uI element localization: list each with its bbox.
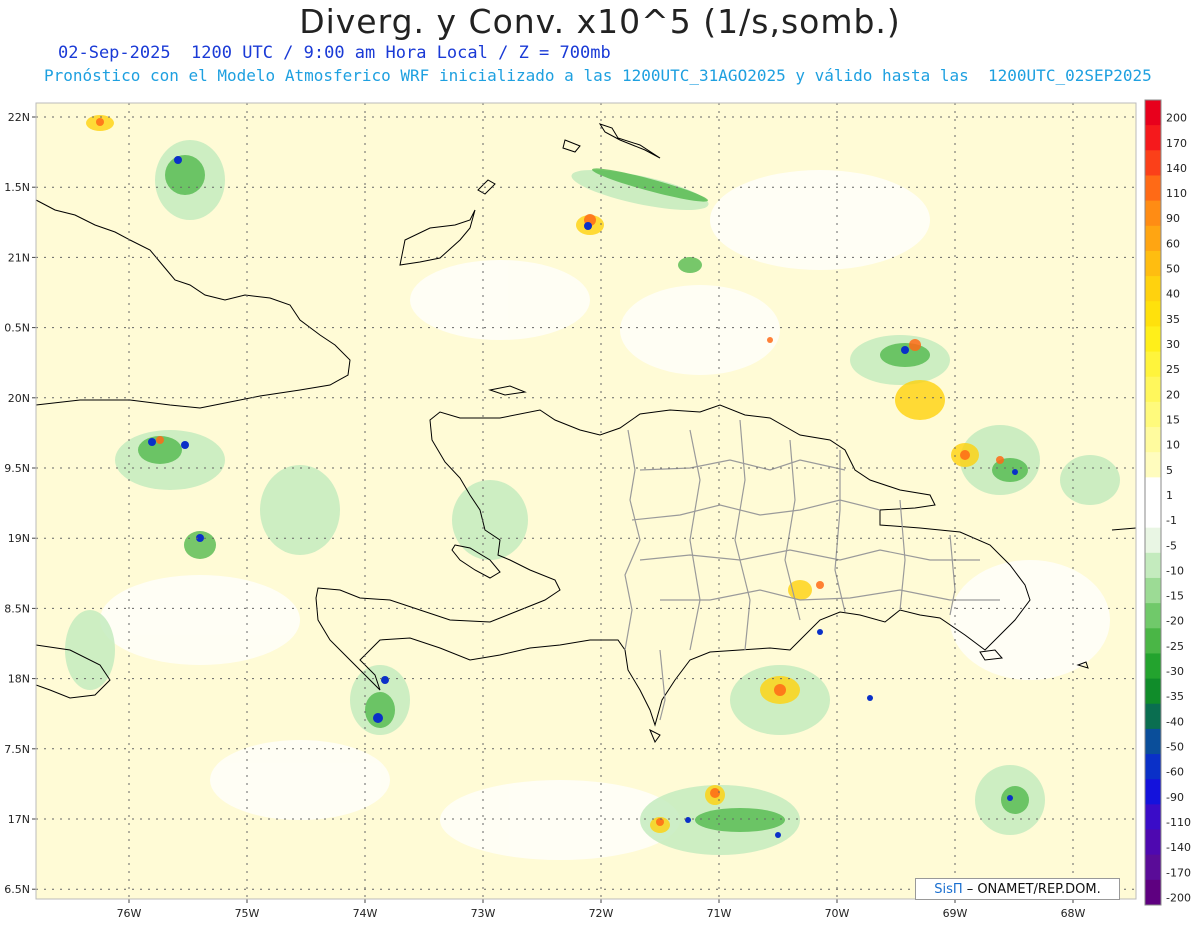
colorbar-label: -1	[1166, 514, 1177, 527]
colorbar-swatch	[1145, 125, 1161, 151]
colorbar-label: -15	[1166, 590, 1184, 603]
lon-label: 76W	[117, 907, 142, 920]
longitude-labels: 76W 75W 74W 73W 72W 71W 70W 69W 68W	[117, 907, 1086, 920]
colorbar-label: 25	[1166, 363, 1180, 376]
colorbar-label: 1	[1166, 489, 1173, 502]
credit-badge: SisΠ – ONAMET/REP.DOM.	[915, 878, 1120, 900]
lon-label: 69W	[943, 907, 968, 920]
colorbar-label: -60	[1166, 766, 1184, 779]
latitude-labels: 22N 1.5N 21N 0.5N 20N 9.5N 19N 8.5N 18N 7.5N 17N 6.…	[4, 111, 30, 896]
lat-label: 8.5N	[4, 602, 30, 615]
lat-label: 22N	[8, 111, 30, 124]
colorbar-label: -25	[1166, 640, 1184, 653]
colorbar-swatch	[1145, 225, 1161, 252]
lon-label: 68W	[1061, 907, 1086, 920]
lon-label: 70W	[825, 907, 850, 920]
colorbar-swatch	[1145, 477, 1161, 503]
colorbar-label: -5	[1166, 539, 1177, 552]
colorbar-swatch	[1145, 175, 1161, 202]
colorbar-label: -200	[1166, 891, 1191, 904]
colorbar-swatch	[1145, 301, 1161, 327]
colorbar-swatch	[1145, 577, 1161, 604]
colorbar-swatch	[1145, 427, 1161, 453]
lat-label: 21N	[8, 251, 30, 264]
colorbar-label: -20	[1166, 615, 1184, 628]
lon-label: 75W	[235, 907, 260, 920]
lat-label: 17N	[8, 813, 30, 826]
colorbar-swatch	[1145, 703, 1161, 730]
colorbar-label: -110	[1166, 816, 1191, 829]
colorbar-swatch	[1145, 628, 1161, 654]
lon-label: 72W	[589, 907, 614, 920]
lon-label: 74W	[353, 907, 378, 920]
colorbar-label: 10	[1166, 439, 1180, 452]
colorbar-label: -30	[1166, 665, 1184, 678]
colorbar-label: 200	[1166, 112, 1187, 125]
colorbar-swatch	[1145, 754, 1161, 780]
colorbar-swatch	[1145, 779, 1161, 805]
lon-label: 71W	[707, 907, 732, 920]
colorbar-swatch	[1145, 200, 1161, 227]
colorbar-label: 110	[1166, 187, 1187, 200]
lat-label: 7.5N	[4, 743, 30, 756]
colorbar-label: 35	[1166, 313, 1180, 326]
lat-label: 19N	[8, 532, 30, 545]
colorbar-label: -40	[1166, 715, 1184, 728]
colorbar-swatch	[1145, 250, 1161, 277]
colorbar-label: 40	[1166, 288, 1180, 301]
colorbar: 200 170 140 110 90 60 50 40 35 30 25 20 15 10 5 1 -1 -5 -1…	[1144, 99, 1191, 906]
colorbar-swatch	[1145, 376, 1161, 403]
colorbar-swatch	[1145, 804, 1161, 831]
colorbar-swatch	[1145, 326, 1161, 353]
colorbar-swatch	[1145, 728, 1161, 755]
colorbar-swatch	[1145, 401, 1161, 428]
colorbar-label: -10	[1166, 564, 1184, 577]
lat-label: 20N	[8, 392, 30, 405]
colorbar-swatch	[1145, 552, 1161, 579]
colorbar-label: -90	[1166, 791, 1184, 804]
sispi-logo: SisΠ	[934, 881, 963, 897]
colorbar-swatch	[1145, 879, 1161, 906]
colorbar-label: 140	[1166, 162, 1187, 175]
colorbar-swatch	[1145, 854, 1161, 881]
lon-label: 73W	[471, 907, 496, 920]
lat-label: 6.5N	[4, 883, 30, 896]
colorbar-swatch	[1145, 603, 1161, 629]
lat-label: 0.5N	[4, 322, 30, 335]
colorbar-swatch	[1145, 276, 1161, 302]
colorbar-label: -170	[1166, 866, 1191, 879]
colorbar-label: -35	[1166, 690, 1184, 703]
colorbar-swatch	[1145, 150, 1161, 176]
colorbar-swatch	[1145, 653, 1161, 680]
colorbar-swatch	[1145, 100, 1161, 126]
colorbar-label: 170	[1166, 137, 1187, 150]
lat-label: 18N	[8, 673, 30, 686]
colorbar-label: 5	[1166, 464, 1173, 477]
colorbar-swatch	[1145, 829, 1161, 856]
map-figure: 22N 1.5N 21N 0.5N 20N 9.5N 19N 8.5N 18N 7.5N 17N 6.…	[4, 99, 1191, 920]
colorbar-label: 15	[1166, 413, 1180, 426]
colorbar-swatch	[1145, 502, 1161, 529]
colorbar-swatch	[1145, 678, 1161, 705]
colorbar-label: -140	[1166, 841, 1191, 854]
colorbar-label: 60	[1166, 237, 1180, 250]
credit-text: – ONAMET/REP.DOM.	[966, 881, 1101, 897]
colorbar-label: 50	[1166, 263, 1180, 276]
lat-label: 1.5N	[4, 181, 30, 194]
colorbar-label: -50	[1166, 741, 1184, 754]
lat-label: 9.5N	[4, 462, 30, 475]
colorbar-label: 90	[1166, 212, 1180, 225]
colorbar-swatch	[1145, 527, 1161, 554]
colorbar-label: 20	[1166, 388, 1180, 401]
colorbar-swatch	[1145, 351, 1161, 378]
colorbar-label: 30	[1166, 338, 1180, 351]
colorbar-swatch	[1145, 452, 1161, 478]
